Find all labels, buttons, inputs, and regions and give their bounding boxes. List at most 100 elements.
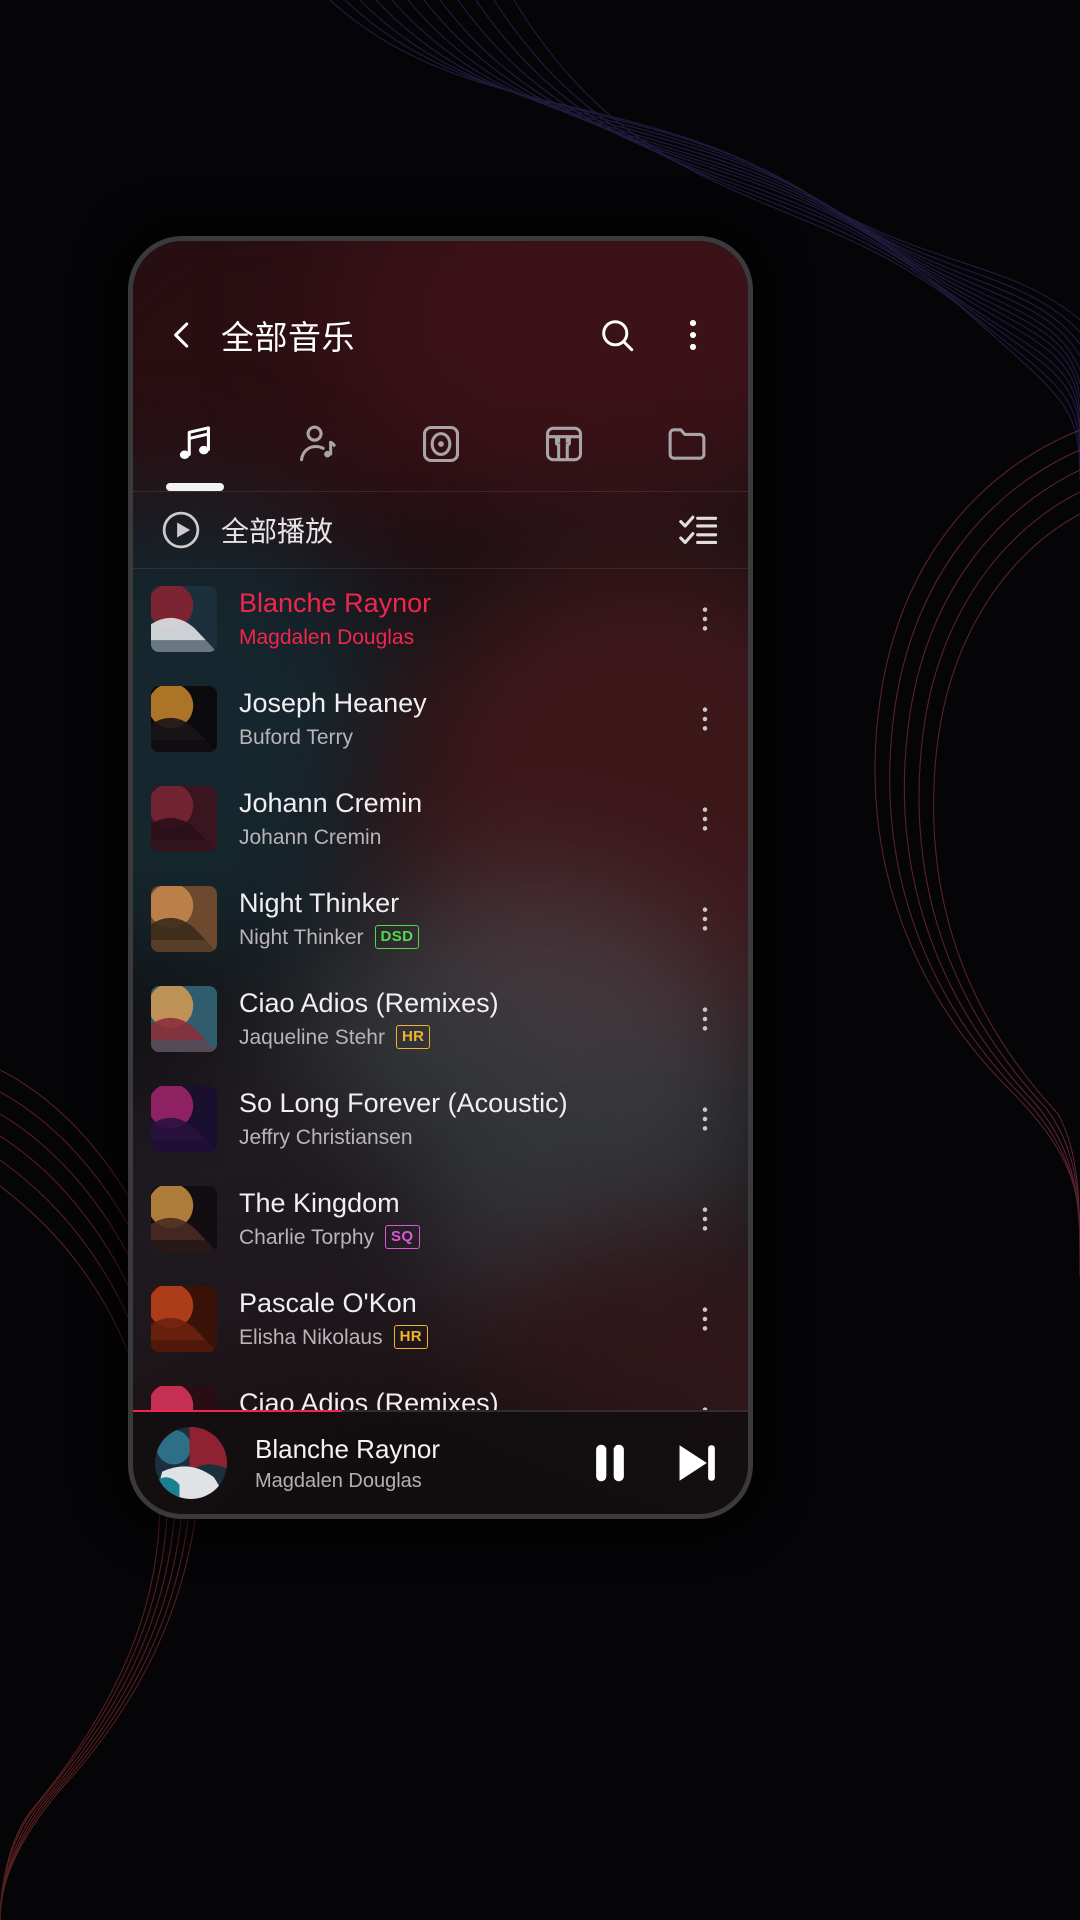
song-more-button[interactable] [688,699,722,739]
more-vertical-icon[interactable] [672,314,714,356]
song-row[interactable]: Pascale O'Kon Elisha Nikolaus HR [133,1269,748,1369]
song-subtitle: Jaqueline Stehr HR [239,1025,674,1050]
artist-icon [299,425,336,462]
album-art-thumb [151,686,217,752]
search-icon[interactable] [596,314,638,356]
song-subtitle: Jeffry Christiansen [239,1125,674,1150]
song-artist: Jeffry Christiansen [239,1125,413,1149]
song-title: Night Thinker [239,887,400,918]
song-artist: Jaqueline Stehr [239,1025,385,1049]
song-meta: Ciao Adios (Remixes) Jaqueline Stehr HR [239,988,674,1050]
quality-badge: DSD [374,925,420,950]
song-meta: The Kingdom Charlie Torphy SQ [239,1188,674,1250]
song-subtitle: Magdalen Douglas [239,625,674,650]
play-all-label: 全部播放 [221,516,334,547]
song-more-button[interactable] [688,1199,722,1239]
play-all-button[interactable]: 全部播放 [159,508,333,552]
song-title: So Long Forever (Acoustic) [239,1087,568,1118]
song-subtitle: Night Thinker DSD [239,925,674,950]
song-meta: So Long Forever (Acoustic) Jeffry Christi… [239,1088,674,1150]
song-more-button[interactable] [688,1099,722,1139]
song-artist: Magdalen Douglas [239,625,415,649]
piano-icon [545,426,582,462]
quality-badge: HR [393,1325,429,1350]
album-art-thumb [151,586,217,652]
song-title: Joseph Heaney [239,687,427,718]
song-artist: Charlie Torphy [239,1225,375,1249]
song-row[interactable]: So Long Forever (Acoustic) Jeffry Christi… [133,1069,748,1169]
back-chevron-icon[interactable] [163,316,201,354]
song-list[interactable]: Blanche Raynor Magdalen Douglas Joseph Hea… [133,569,748,1410]
song-title: Ciao Adios (Remixes) [239,987,499,1018]
pause-icon [596,1444,624,1482]
title-bar: 全部音乐 [133,299,748,371]
song-meta: Johann Cremin Johann Cremin [239,788,674,850]
song-subtitle: Buford Terry [239,725,674,750]
mini-player-artist: Magdalen Douglas [255,1469,422,1492]
tab-songs[interactable] [133,403,256,491]
album-art-thumb [151,1186,217,1252]
song-subtitle: Johann Cremin [239,825,674,850]
song-meta: Blanche Raynor Magdalen Douglas [239,588,674,650]
song-more-button[interactable] [688,899,722,939]
song-subtitle: Charlie Torphy SQ [239,1225,674,1250]
music-note-icon [179,426,210,459]
song-row[interactable]: Johann Cremin Johann Cremin [133,769,748,869]
song-artist: Buford Terry [239,725,353,749]
folder-icon [668,428,705,460]
quality-badge: SQ [385,1225,420,1250]
song-more-button[interactable] [688,599,722,639]
mini-player-album-art[interactable] [155,1427,227,1499]
album-disc-icon [422,425,459,463]
tab-genres[interactable] [502,403,625,485]
tab-albums[interactable] [379,403,502,485]
song-meta: Joseph Heaney Buford Terry [239,688,674,750]
next-track-button[interactable] [670,1437,722,1489]
song-title: Blanche Raynor [239,587,432,618]
song-meta: Pascale O'Kon Elisha Nikolaus HR [239,1288,674,1350]
song-row[interactable]: The Kingdom Charlie Torphy SQ [133,1169,748,1269]
song-row[interactable]: Joseph Heaney Buford Terry [133,669,748,769]
phone-frame: 全部音乐 全部播放 Blanche Raynor Magdalen Dougla… [128,236,753,1519]
album-art-thumb [151,786,217,852]
song-title: The Kingdom [239,1187,400,1218]
skip-next-icon [679,1445,715,1481]
quality-badge: HR [395,1025,431,1050]
tab-folders[interactable] [625,403,748,485]
checklist-icon[interactable] [676,508,720,552]
song-artist: Johann Cremin [239,825,382,849]
song-row[interactable]: Ciao Adios (Remixes)Willis Osinski [133,1369,748,1410]
page-title: 全部音乐 [221,319,355,356]
song-more-button[interactable] [688,999,722,1039]
tab-active-indicator [165,483,224,491]
mini-player-bar: Blanche Raynor Magdalen Douglas [133,1410,748,1514]
album-art-thumb [151,986,217,1052]
album-art-thumb [151,1086,217,1152]
song-subtitle: Elisha Nikolaus HR [239,1325,674,1350]
song-meta: Night Thinker Night Thinker DSD [239,888,674,950]
phone-screen: 全部音乐 全部播放 Blanche Raynor Magdalen Dougla… [133,241,748,1514]
mini-player-meta[interactable]: Blanche Raynor Magdalen Douglas [255,1434,550,1493]
play-all-divider [133,568,748,569]
song-artist: Night Thinker [239,925,364,949]
song-title: Pascale O'Kon [239,1287,417,1318]
album-art-thumb [151,1386,217,1410]
album-art-thumb [151,886,217,952]
song-more-button[interactable] [688,1299,722,1339]
tab-artists[interactable] [256,403,379,485]
pause-button[interactable] [584,1437,636,1489]
mini-player-title: Blanche Raynor [255,1433,440,1464]
play-all-row: 全部播放 [133,492,748,568]
app-header: 全部音乐 [133,241,748,409]
song-artist: Elisha Nikolaus [239,1325,383,1349]
song-meta: Ciao Adios (Remixes)Willis Osinski [239,1388,674,1410]
song-title: Johann Cremin [239,787,423,818]
song-more-button[interactable] [688,1399,722,1410]
album-art-thumb [151,1286,217,1352]
category-tab-bar [133,403,748,491]
song-title: Ciao Adios (Remixes) [239,1387,499,1410]
song-row[interactable]: Ciao Adios (Remixes) Jaqueline Stehr HR [133,969,748,1069]
song-more-button[interactable] [688,799,722,839]
song-row[interactable]: Night Thinker Night Thinker DSD [133,869,748,969]
song-row[interactable]: Blanche Raynor Magdalen Douglas [133,569,748,669]
